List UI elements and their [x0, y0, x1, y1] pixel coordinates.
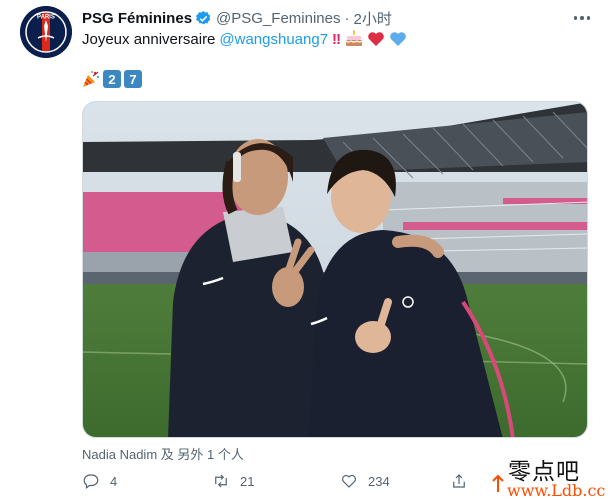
- birthday-cake-icon: [345, 30, 363, 46]
- tweet-header: PSG Féminines @PSG_Feminines · 2小时: [82, 8, 392, 28]
- tweet-text-body: Joyeux anniversaire: [82, 30, 216, 48]
- avatar[interactable]: PARIS: [20, 6, 72, 58]
- like-button[interactable]: 234: [340, 472, 450, 490]
- more-options-icon[interactable]: [571, 9, 593, 27]
- red-heart-icon: [368, 32, 384, 46]
- number-emoji-line: 2 7: [82, 70, 142, 88]
- keycap-two: 2: [103, 70, 121, 88]
- verified-badge-icon: [196, 10, 211, 25]
- separator-dot: ·: [344, 9, 350, 27]
- tagged-people[interactable]: Nadia Nadim 及 另外 1 个人: [82, 444, 244, 463]
- blue-heart-icon: [390, 32, 406, 46]
- handle[interactable]: @PSG_Feminines: [216, 10, 340, 27]
- share-icon: [453, 474, 465, 488]
- heart-icon: [342, 474, 356, 488]
- party-popper-icon: [83, 71, 100, 87]
- retweet-icon: [215, 474, 227, 488]
- reply-button[interactable]: 4: [82, 472, 212, 490]
- tweet[interactable]: PARIS PSG Féminines @PSG_Feminines · 2小时…: [0, 0, 611, 500]
- retweet-button[interactable]: 21: [212, 472, 340, 490]
- stadium-photo: [83, 102, 587, 437]
- psg-logo-icon: PARIS: [20, 6, 72, 58]
- mention-link[interactable]: @wangshuang7: [219, 31, 328, 48]
- watermark-arrow-icon: [492, 474, 504, 492]
- share-button[interactable]: [450, 472, 468, 490]
- like-count: 234: [368, 473, 390, 489]
- tweet-photo[interactable]: [82, 101, 588, 438]
- tweet-text: Joyeux anniversaire @wangshuang7 ‼: [82, 30, 407, 48]
- reply-count: 4: [110, 473, 118, 489]
- watermark-url: www.Ldb.cc: [507, 481, 606, 500]
- retweet-count: 21: [240, 473, 255, 489]
- reply-icon: [83, 474, 99, 489]
- display-name[interactable]: PSG Féminines: [82, 10, 192, 27]
- logo-text: PARIS: [37, 15, 55, 21]
- double-exclamation: ‼: [332, 30, 342, 48]
- timestamp[interactable]: 2小时: [354, 8, 392, 29]
- keycap-seven: 7: [124, 70, 142, 88]
- tweet-actions: 4 21 234: [82, 468, 502, 494]
